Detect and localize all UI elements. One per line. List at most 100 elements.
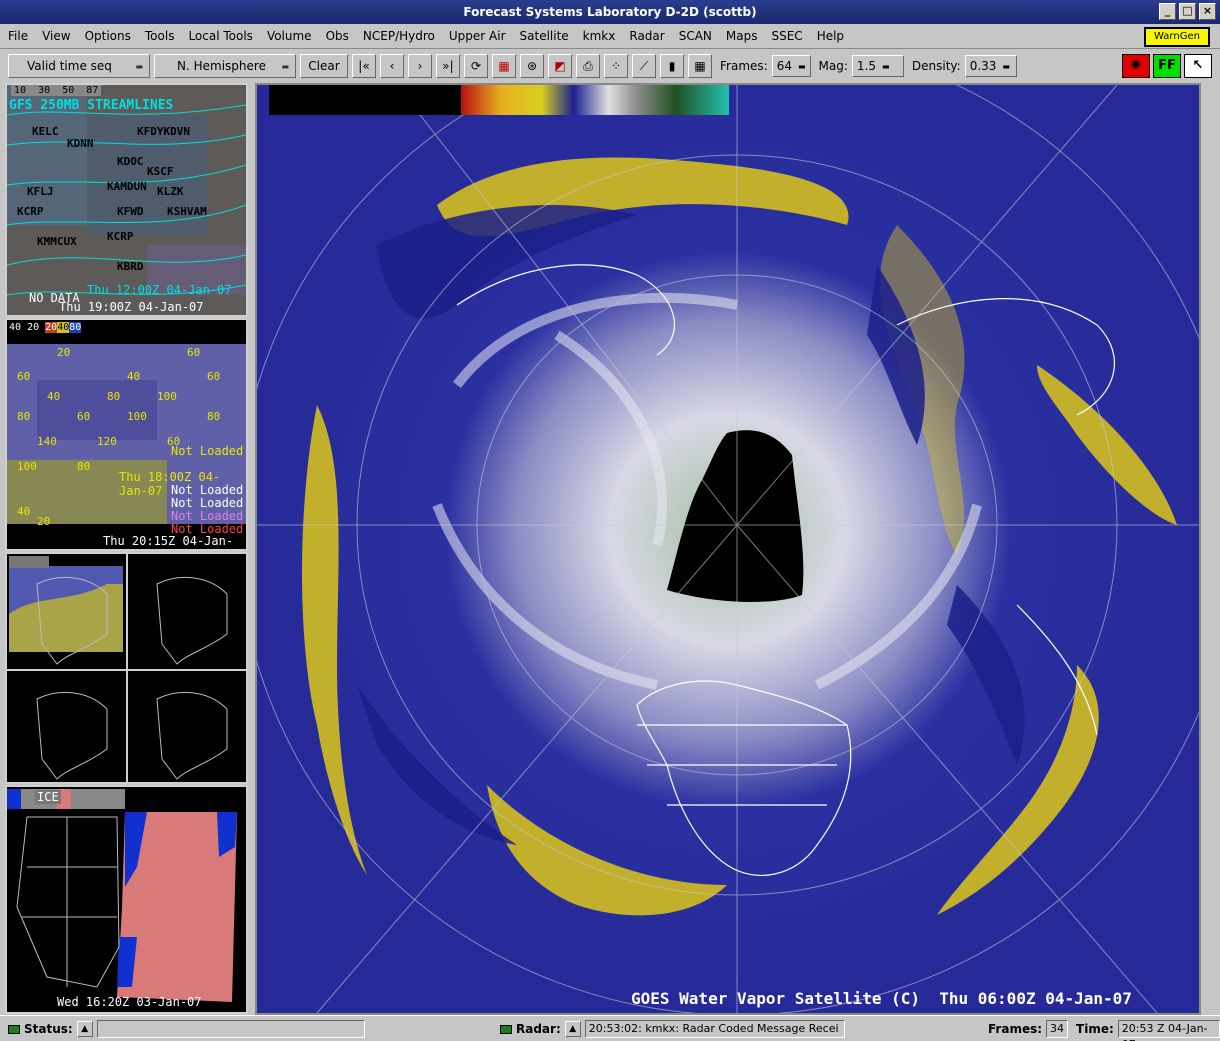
last-frame-icon[interactable]: »| — [436, 54, 460, 78]
svg-text:120: 120 — [97, 435, 117, 448]
svg-text:40: 40 — [127, 370, 140, 383]
loop-icon[interactable]: ⟳ — [464, 54, 488, 78]
menu-file[interactable]: File — [8, 24, 28, 48]
frames-select[interactable]: 64 ▬ — [771, 55, 811, 77]
svg-text:KELC: KELC — [32, 125, 59, 138]
radar-expand-icon[interactable]: ▲ — [564, 1021, 581, 1037]
cursor-icon[interactable]: ↖ — [1184, 54, 1212, 78]
svg-text:20: 20 — [57, 346, 70, 359]
frames-value: 64 — [776, 59, 792, 73]
maximize-button[interactable]: □ — [1179, 3, 1196, 20]
svg-text:40: 40 — [47, 390, 60, 403]
status-expand-icon[interactable]: ▲ — [76, 1021, 93, 1037]
ice-label: ICE — [35, 790, 61, 804]
dropdown-arrow-icon: ▬ — [1002, 61, 1010, 71]
projection-select[interactable]: N. Hemisphere ▬ — [154, 54, 296, 78]
time-status-value: 20:53 Z 04-Jan-07 — [1117, 1020, 1220, 1041]
svg-text:KFDYKDVN: KFDYKDVN — [137, 125, 190, 138]
pane-streamlines[interactable]: KELC KFDYKDVN KDNN KDOC KSCF KFLJ KAMDUN KLZK… — [5, 83, 248, 317]
image-title: GOES Water Vapor Satellite (C) — [631, 989, 920, 1008]
minimize-button[interactable]: _ — [1159, 3, 1176, 20]
svg-text:60: 60 — [187, 346, 200, 359]
clear-button[interactable]: Clear — [300, 54, 348, 78]
menu-ncep-hydro[interactable]: NCEP/Hydro — [363, 24, 435, 48]
image-properties-icon[interactable]: ◩ — [548, 54, 572, 78]
frames-status-value: 34 — [1046, 1020, 1069, 1038]
menu-satellite[interactable]: Satellite — [520, 24, 569, 48]
first-frame-icon[interactable]: |« — [352, 54, 376, 78]
pane-ice[interactable]: ICE Wed 16:20Z 03-Jan-07 — [5, 785, 248, 1014]
radar-label: Radar: — [516, 1022, 561, 1036]
pane-winds[interactable]: 20 60 60 40 60 40 80 100 80 60 100 80 140 120 60 1… — [5, 318, 248, 551]
not-loaded-1: Not Loaded — [171, 444, 244, 458]
close-button[interactable]: × — [1199, 3, 1216, 20]
menu-help[interactable]: Help — [817, 24, 844, 48]
menu-options[interactable]: Options — [85, 24, 131, 48]
svg-text:60: 60 — [17, 370, 30, 383]
menu-kmkx[interactable]: kmkx — [583, 24, 616, 48]
svg-text:80: 80 — [77, 460, 90, 473]
water-vapor-image — [257, 85, 1199, 1013]
ice-map — [7, 789, 237, 1002]
svg-text:20: 20 — [37, 515, 50, 528]
menu-maps[interactable]: Maps — [726, 24, 758, 48]
ff-indicator[interactable]: FF — [1153, 54, 1181, 78]
svg-text:80: 80 — [207, 410, 220, 423]
pane-time-secondary: Thu 12:00Z 04-Jan-07 — [87, 283, 232, 297]
svg-text:80: 80 — [107, 390, 120, 403]
refresh-icon[interactable]: ⊛ — [520, 54, 544, 78]
alert-icon[interactable]: ✺ — [1122, 54, 1150, 78]
menu-ssec[interactable]: SSEC — [771, 24, 802, 48]
menu-volume[interactable]: Volume — [267, 24, 312, 48]
frames-label: Frames: — [720, 59, 768, 73]
scale-legend: 10 30 50 87 — [11, 85, 102, 96]
main-display[interactable]: GOES Water Vapor Satellite (C) Thu 06:00… — [255, 83, 1201, 1015]
projection-value: N. Hemisphere — [177, 59, 266, 73]
image-time: Thu 06:00Z 04-Jan-07 — [939, 989, 1132, 1008]
svg-text:KSCF: KSCF — [147, 165, 174, 178]
four-panel-icon[interactable]: ▦ — [688, 54, 712, 78]
svg-text:80: 80 — [17, 410, 30, 423]
density-select[interactable]: 0.33 ▬ — [964, 55, 1017, 77]
svg-text:KDOC: KDOC — [117, 155, 144, 168]
menu-upper-air[interactable]: Upper Air — [449, 24, 506, 48]
menu-view[interactable]: View — [42, 24, 70, 48]
pane-time: Wed 16:20Z 03-Jan-07 — [57, 995, 202, 1009]
svg-text:KFWD: KFWD — [117, 205, 144, 218]
pane-four-panel[interactable] — [5, 552, 248, 784]
svg-text:KAMDUN: KAMDUN — [107, 180, 147, 193]
dropdown-arrow-icon: ▬ — [281, 61, 289, 71]
color-table-icon[interactable]: ▦ — [492, 54, 516, 78]
menu-obs[interactable]: Obs — [326, 24, 349, 48]
svg-text:40: 40 — [17, 505, 30, 518]
points-icon[interactable]: ⁘ — [604, 54, 628, 78]
next-frame-icon[interactable]: › — [408, 54, 432, 78]
baseline-icon[interactable]: ⟋ — [632, 54, 656, 78]
not-loaded-3: Not Loaded — [171, 496, 244, 510]
svg-text:140: 140 — [37, 435, 57, 448]
svg-text:60: 60 — [207, 370, 220, 383]
warngen-button[interactable]: WarnGen — [1144, 27, 1210, 47]
prev-frame-icon[interactable]: ‹ — [380, 54, 404, 78]
pane-time: Thu 20:15Z 04-Jan-07 — [103, 534, 234, 549]
svg-text:KMMCUX: KMMCUX — [37, 235, 77, 248]
mag-value: 1.5 — [856, 59, 876, 73]
svg-text:KCRP: KCRP — [107, 230, 134, 243]
print-icon[interactable]: ⎙ — [576, 54, 600, 78]
mag-label: Mag: — [818, 59, 848, 73]
svg-text:KSHVAM: KSHVAM — [167, 205, 207, 218]
svg-text:100: 100 — [157, 390, 177, 403]
status-field — [96, 1020, 365, 1038]
menu-scan[interactable]: SCAN — [679, 24, 712, 48]
svg-text:KFLJ: KFLJ — [27, 185, 54, 198]
single-panel-icon[interactable]: ▮ — [660, 54, 684, 78]
toolbar: Valid time seq ▬ N. Hemisphere ▬ Clear |… — [0, 50, 1220, 82]
streamlines-map: KELC KFDYKDVN KDNN KDOCKSCF KFLJ KAMDUN KLZK… — [7, 85, 246, 315]
pane-time: Thu 19:00Z 04-Jan-07 — [59, 300, 204, 314]
menu-radar[interactable]: Radar — [629, 24, 664, 48]
status-led — [8, 1024, 20, 1034]
menu-tools[interactable]: Tools — [145, 24, 175, 48]
time-mode-select[interactable]: Valid time seq ▬ — [8, 54, 150, 78]
mag-select[interactable]: 1.5 ▬ — [851, 55, 904, 77]
menu-local-tools[interactable]: Local Tools — [188, 24, 252, 48]
